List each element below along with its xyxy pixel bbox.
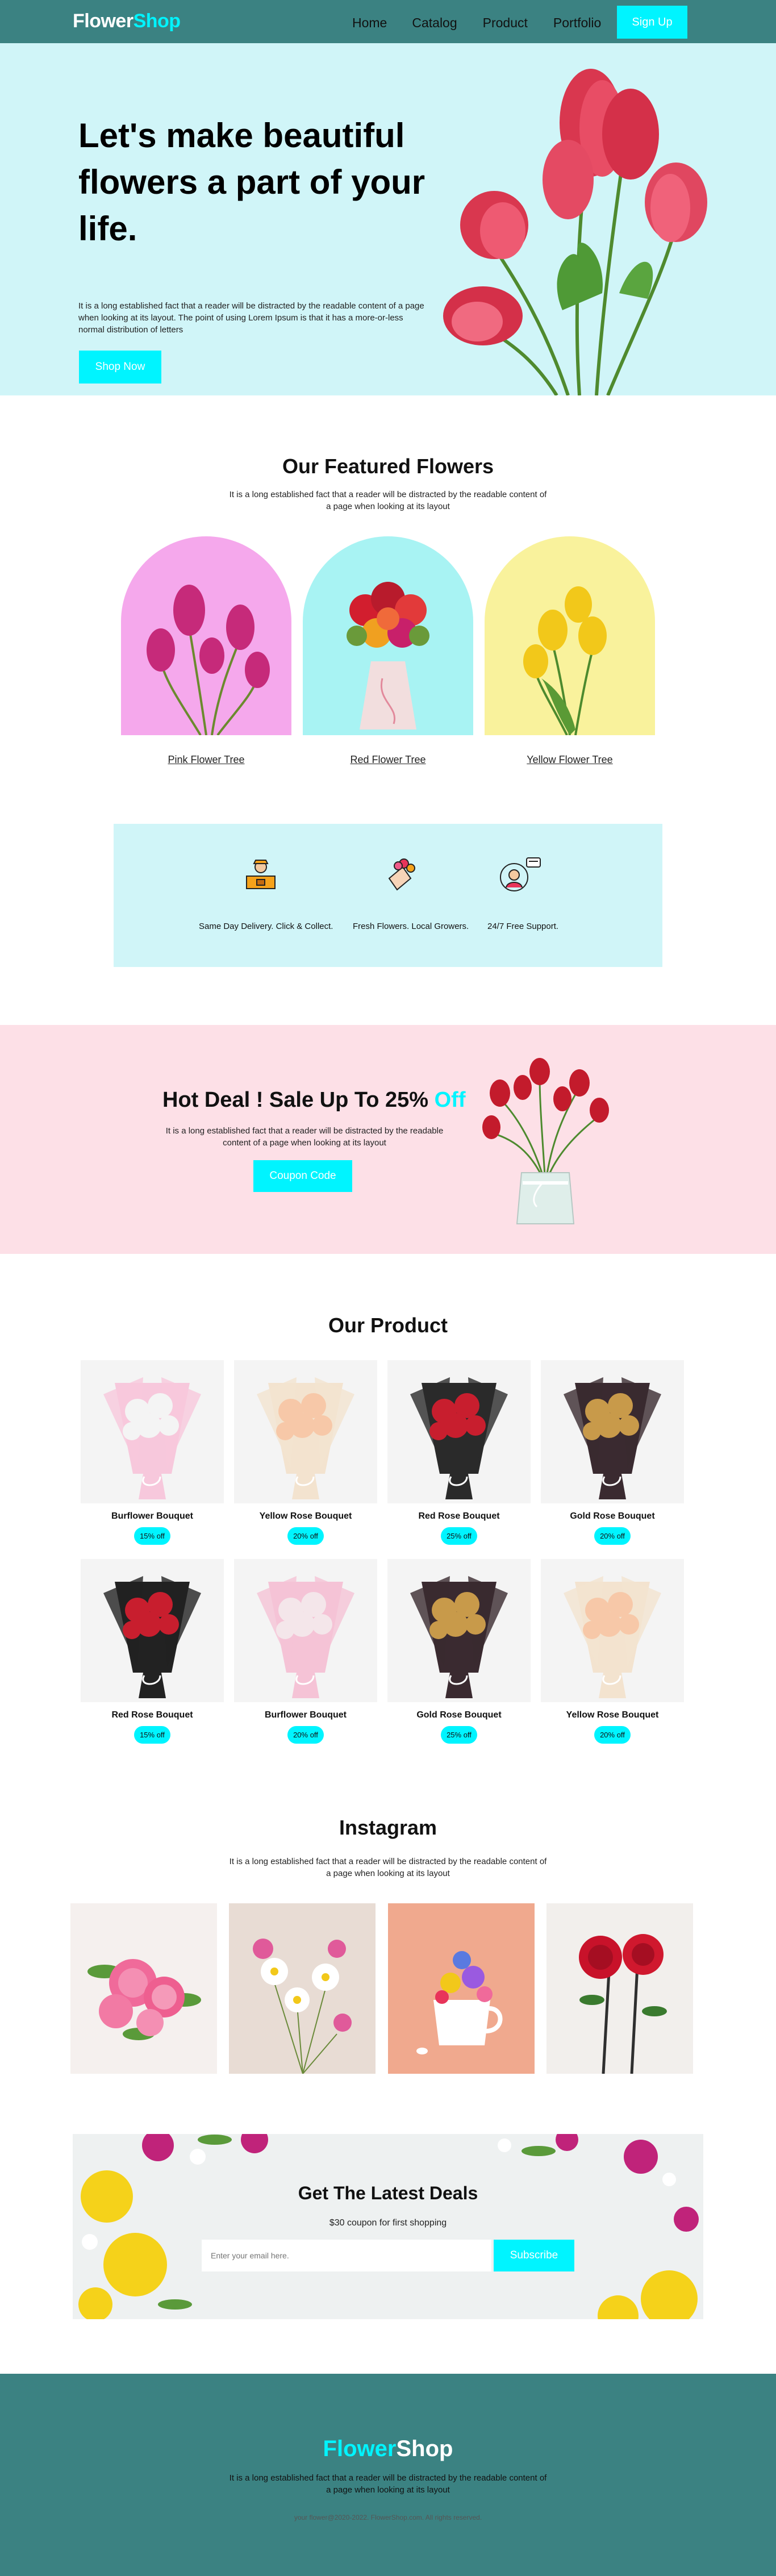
discount-badge: 20% off xyxy=(287,1726,324,1744)
product-name[interactable]: Yellow Rose Bouquet xyxy=(541,1710,684,1720)
footer-description: It is a long established fact that a rea… xyxy=(229,2473,547,2495)
deal-title-accent: Off xyxy=(434,1088,466,1112)
nav-link-portfolio[interactable]: Portfolio xyxy=(553,15,601,31)
product-image[interactable] xyxy=(81,1559,224,1702)
product-name[interactable]: Gold Rose Bouquet xyxy=(387,1710,531,1720)
featured-label-yellow[interactable]: Yellow Flower Tree xyxy=(485,754,655,766)
delivery-person-icon xyxy=(246,860,276,889)
discount-badge: 20% off xyxy=(594,1527,631,1545)
footer-copyright: your flower@2020-2022. FlowerShop.com. A… xyxy=(294,2514,482,2521)
service-text-fresh: Fresh Flowers. Local Growers. xyxy=(353,922,469,931)
hero-headline: Let's make beautiful flowers a part of y… xyxy=(78,116,425,248)
product-name[interactable]: Red Rose Bouquet xyxy=(387,1511,531,1522)
product-name[interactable]: Burflower Bouquet xyxy=(81,1511,224,1522)
yellow-tulips-image xyxy=(523,586,607,735)
featured-card-red[interactable] xyxy=(303,536,473,735)
footer: FlowerShop It is a long established fact… xyxy=(0,2374,776,2576)
featured-card-yellow[interactable] xyxy=(485,536,655,735)
hot-deal-section: Hot Deal ! Sale Up To 25% Off It is a lo… xyxy=(0,1025,776,1254)
service-text-support: 24/7 Free Support. xyxy=(487,922,559,931)
discount-badge: 15% off xyxy=(134,1726,170,1744)
wildflowers-image xyxy=(253,1939,352,2074)
footer-logo-part-flower: Flower xyxy=(323,2436,397,2461)
instagram-image-wildflowers[interactable] xyxy=(229,1903,376,2074)
instagram-image-red-roses[interactable] xyxy=(546,1903,693,2074)
product-card[interactable]: Yellow Rose Bouquet 20% off xyxy=(541,1559,684,1744)
deal-title-main: Hot Deal ! Sale Up To 25% xyxy=(162,1088,435,1112)
deal-title: Hot Deal ! Sale Up To 25% Off xyxy=(162,1088,466,1112)
instagram-image-flower-cup[interactable] xyxy=(388,1903,535,2074)
product-name[interactable]: Gold Rose Bouquet xyxy=(541,1511,684,1522)
shop-now-button[interactable]: Shop Now xyxy=(79,351,161,384)
support-phone-icon xyxy=(500,857,541,891)
instagram-image-pink-roses[interactable] xyxy=(70,1903,217,2074)
bouquet-icon xyxy=(388,858,415,891)
discount-badge: 20% off xyxy=(594,1726,631,1744)
subscribe-button[interactable]: Subscribe xyxy=(494,2240,574,2271)
instagram-title: Instagram xyxy=(339,1816,437,1839)
service-text-delivery: Same Day Delivery. Click & Collect. xyxy=(199,922,333,931)
discount-badge: 20% off xyxy=(287,1527,324,1545)
product-image[interactable] xyxy=(387,1360,531,1503)
product-card[interactable]: Gold Rose Bouquet 25% off xyxy=(387,1559,531,1744)
footer-logo[interactable]: FlowerShop xyxy=(0,2436,776,2462)
hero-section: Let's make beautiful flowers a part of y… xyxy=(0,43,776,395)
newsletter-subtitle: $30 coupon for first shopping xyxy=(329,2218,447,2228)
featured-subtitle: It is a long established fact that a rea… xyxy=(229,490,547,511)
instagram-subtitle: It is a long established fact that a rea… xyxy=(229,1857,547,1878)
flower-cup-image xyxy=(416,1951,503,2054)
product-name[interactable]: Yellow Rose Bouquet xyxy=(234,1511,377,1522)
pink-roses-image xyxy=(87,1959,201,2040)
featured-card-pink[interactable] xyxy=(121,536,291,735)
product-card[interactable]: Burflower Bouquet 20% off xyxy=(234,1559,377,1744)
nav-link-home[interactable]: Home xyxy=(352,15,387,31)
product-image[interactable] xyxy=(387,1559,531,1702)
featured-title: Our Featured Flowers xyxy=(282,455,494,478)
nav-link-product[interactable]: Product xyxy=(483,15,528,31)
nav-link-catalog[interactable]: Catalog xyxy=(412,15,457,31)
featured-label-red[interactable]: Red Flower Tree xyxy=(303,754,473,766)
red-bouquet-image xyxy=(347,582,429,730)
logo-part-shop: Shop xyxy=(133,10,181,32)
hero-description: It is a long established fact that a rea… xyxy=(78,301,424,335)
discount-badge: 15% off xyxy=(134,1527,170,1545)
tulip-vase-image xyxy=(482,1058,609,1224)
newsletter-title: Get The Latest Deals xyxy=(298,2183,478,2203)
product-card[interactable]: Yellow Rose Bouquet 20% off xyxy=(234,1360,377,1545)
services-panel: Same Day Delivery. Click & Collect. Fres… xyxy=(114,824,662,967)
product-card[interactable]: Burflower Bouquet 15% off xyxy=(81,1360,224,1545)
product-image[interactable] xyxy=(541,1559,684,1702)
footer-logo-part-shop: Shop xyxy=(396,2436,453,2461)
email-input[interactable] xyxy=(202,2240,491,2271)
product-image[interactable] xyxy=(234,1360,377,1503)
product-name[interactable]: Burflower Bouquet xyxy=(234,1710,377,1720)
main-menu: Home Catalog Product Portfolio xyxy=(352,15,627,31)
products-title: Our Product xyxy=(328,1314,448,1337)
red-roses-image xyxy=(579,1934,667,2074)
hero-tulips-image xyxy=(443,69,707,395)
product-image[interactable] xyxy=(81,1360,224,1503)
product-card[interactable]: Gold Rose Bouquet 20% off xyxy=(541,1360,684,1545)
product-image[interactable] xyxy=(234,1559,377,1702)
pink-tulips-image xyxy=(147,585,270,735)
featured-label-pink[interactable]: Pink Flower Tree xyxy=(121,754,291,766)
product-card[interactable]: Red Rose Bouquet 15% off xyxy=(81,1559,224,1744)
newsletter-section: Get The Latest Deals $30 coupon for firs… xyxy=(73,2134,703,2319)
top-navbar: FlowerShop Home Catalog Product Portfoli… xyxy=(0,0,776,43)
product-image[interactable] xyxy=(541,1360,684,1503)
logo[interactable]: FlowerShop xyxy=(73,10,181,32)
deal-description: It is a long established fact that a rea… xyxy=(165,1126,444,1148)
logo-part-flower: Flower xyxy=(73,10,133,32)
discount-badge: 25% off xyxy=(441,1726,477,1744)
sign-up-button[interactable]: Sign Up xyxy=(617,6,687,39)
product-card[interactable]: Red Rose Bouquet 25% off xyxy=(387,1360,531,1545)
coupon-code-button[interactable]: Coupon Code xyxy=(253,1160,352,1192)
product-name[interactable]: Red Rose Bouquet xyxy=(81,1710,224,1720)
discount-badge: 25% off xyxy=(441,1527,477,1545)
